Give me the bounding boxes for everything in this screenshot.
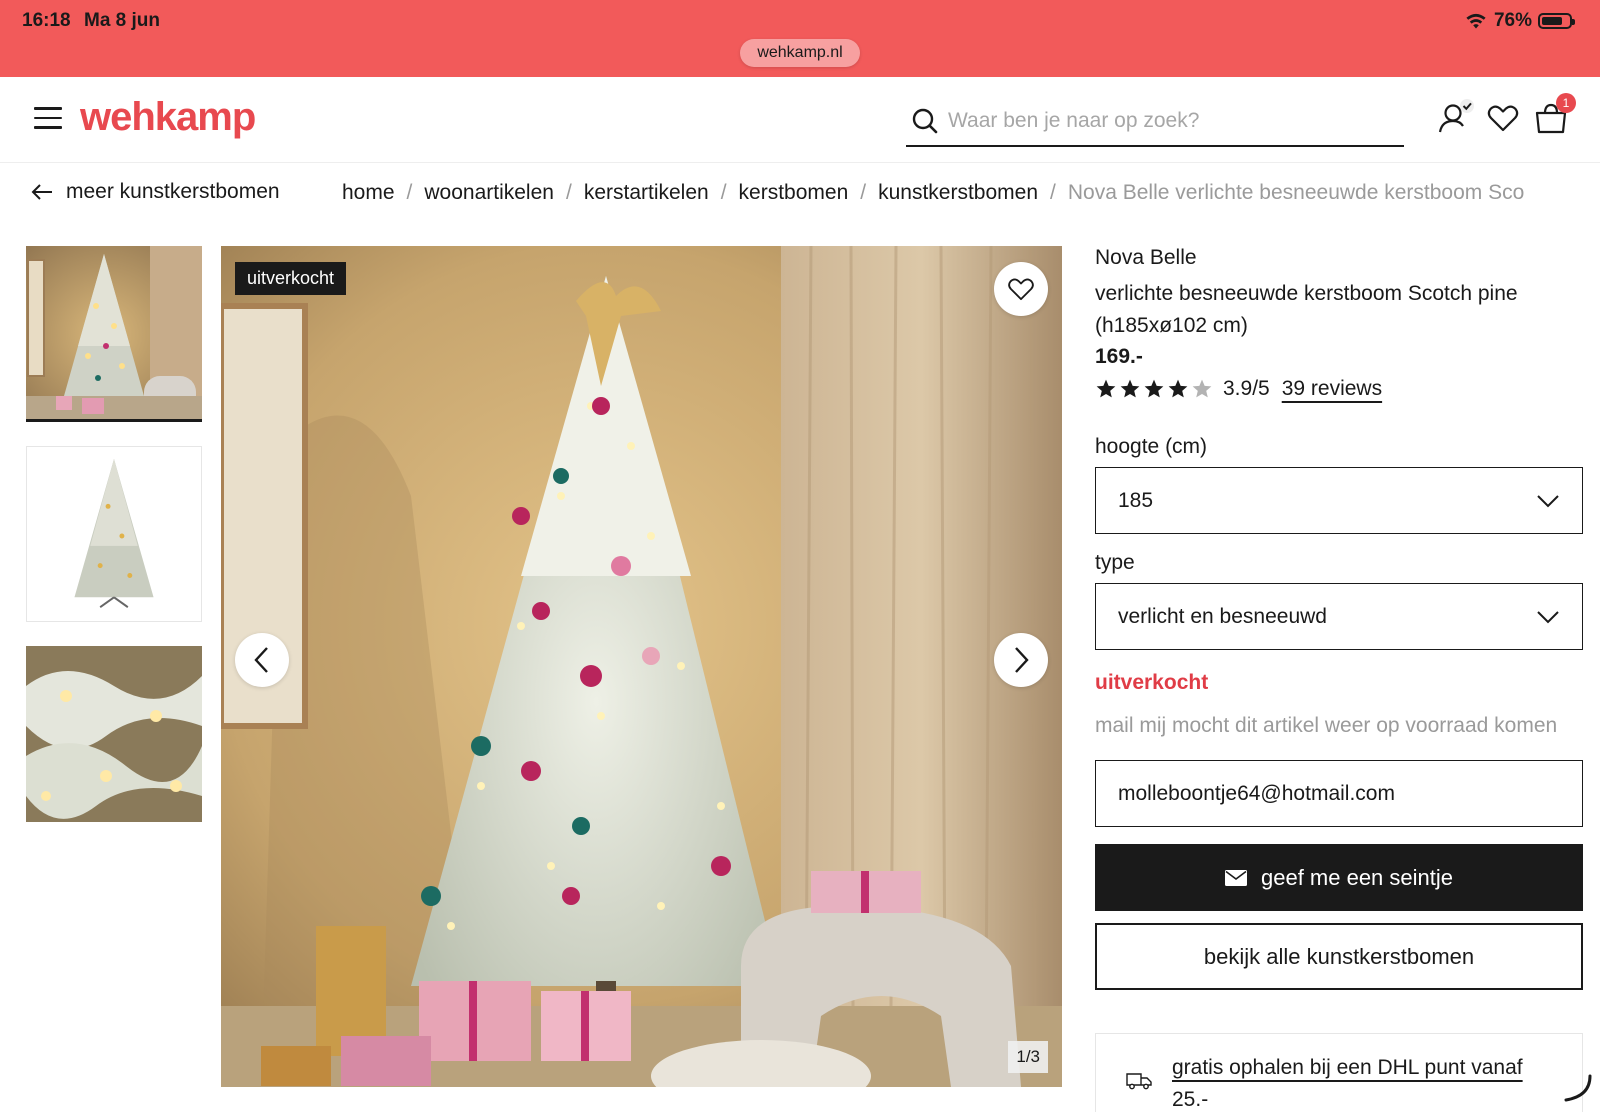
height-label: hoogte (cm) [1095,435,1208,458]
wishlist-heart-icon[interactable] [1484,99,1522,137]
breadcrumb-kerstbomen[interactable]: kerstbomen [739,181,849,204]
status-time: 16:18 [22,10,71,31]
breadcrumb-separator: / [565,181,572,204]
status-date: Ma 8 jun [84,10,161,31]
breadcrumb-home[interactable]: home [342,181,395,204]
wifi-icon [1466,13,1486,29]
url-pill[interactable]: wehkamp.nl [740,39,860,67]
envelope-icon [1224,869,1247,886]
thumbnail-2[interactable] [26,446,202,622]
breadcrumb-separator: / [406,181,413,204]
thumbnail-room-image [26,246,202,419]
thumbnail-3[interactable] [26,646,202,822]
type-select[interactable]: verlicht en besneeuwd [1095,583,1583,650]
notify-me-label: geef me een seintje [1260,864,1454,890]
chevron-down-icon [1537,610,1559,623]
image-counter: 1/3 [1008,1041,1048,1073]
email-field[interactable] [1095,760,1583,827]
account-icon[interactable] [1436,99,1474,137]
star-icon [1144,379,1164,398]
rating-score: 3.9/5 [1223,377,1270,400]
search-input[interactable] [948,109,1388,133]
chevron-down-icon [1537,494,1559,507]
star-icon [1120,379,1140,398]
star-rating [1095,378,1213,400]
breadcrumb-separator: / [720,181,727,204]
height-select-value: 185 [1118,488,1154,512]
breadcrumb-woonartikelen[interactable]: woonartikelen [424,181,554,204]
breadcrumb: home / woonartikelen / kerstartikelen / kerstb… [342,181,1572,205]
site-header: wehkamp 1 [0,77,1600,163]
product-price: 169.- [1095,345,1143,368]
arrow-left-icon [31,184,52,200]
battery-percent: 76% [1493,10,1532,31]
star-empty-icon [1192,379,1212,398]
thumbnail-1[interactable] [26,246,202,422]
back-link-label: meer kunstkerstbomen [66,180,280,203]
breadcrumb-current: Nova Belle verlichte besneeuwde kerstboo… [1067,181,1525,204]
stock-status: uitverkocht [1095,671,1209,694]
product-rating: 3.9/5 39 reviews [1095,377,1382,401]
search-icon [912,108,938,134]
heart-icon [1008,278,1034,301]
status-bar: 16:18 Ma 8 jun 76% wehkamp.nl [0,0,1600,77]
cart-count-badge: 1 [1556,93,1576,113]
search-bar[interactable] [906,97,1404,147]
type-select-value: verlicht en besneeuwd [1118,604,1327,628]
thumbnail-tree-image [27,447,201,621]
breadcrumb-separator: / [860,181,867,204]
view-all-button[interactable]: bekijk alle kunstkerstbomen [1095,923,1583,990]
cart-button[interactable]: 1 [1532,93,1576,137]
delivery-info: gratis ophalen bij een DHL punt vanaf 25… [1095,1033,1583,1112]
star-icon [1168,379,1188,398]
delivery-truck-icon [1126,1073,1152,1090]
restock-notice: mail mij mocht dit artikel weer op voorr… [1095,714,1558,737]
wehkamp-logo[interactable]: wehkamp [80,95,256,140]
star-icon [1096,379,1116,398]
delivery-text[interactable]: gratis ophalen bij een DHL punt vanaf 25… [1172,1052,1532,1112]
favorite-button[interactable] [994,262,1048,316]
previous-image-button[interactable] [235,633,289,687]
sold-out-badge: uitverkocht [235,262,347,295]
menu-icon[interactable] [34,107,62,129]
thumbnail-closeup-image [26,646,202,822]
breadcrumb-separator: / [1050,181,1056,204]
battery-icon [1538,13,1575,29]
type-label: type [1095,551,1135,574]
product-title: verlichte besneeuwde kerstboom Scotch pi… [1095,282,1518,337]
status-indicators: 76% [1464,10,1575,32]
chevron-right-icon [1015,647,1029,673]
notify-me-button[interactable]: geef me een seintje [1095,844,1583,911]
delivery-text-label: gratis ophalen bij een DHL punt vanaf 25… [1172,1056,1523,1111]
height-select[interactable]: 185 [1095,467,1583,534]
loading-spinner-icon [1564,1074,1592,1102]
breadcrumb-kunstkerstbomen[interactable]: kunstkerstbomen [878,181,1038,204]
chevron-left-icon [254,647,268,673]
christmas-tree-photo [221,246,1062,1087]
main-product-image[interactable]: uitverkocht 1/3 [221,246,1062,1087]
next-image-button[interactable] [994,633,1048,687]
reviews-link[interactable]: 39 reviews [1282,377,1382,401]
back-to-category-link[interactable]: meer kunstkerstbomen [30,180,280,204]
product-brand[interactable]: Nova Belle [1095,246,1197,270]
breadcrumb-kerstartikelen[interactable]: kerstartikelen [584,181,709,204]
